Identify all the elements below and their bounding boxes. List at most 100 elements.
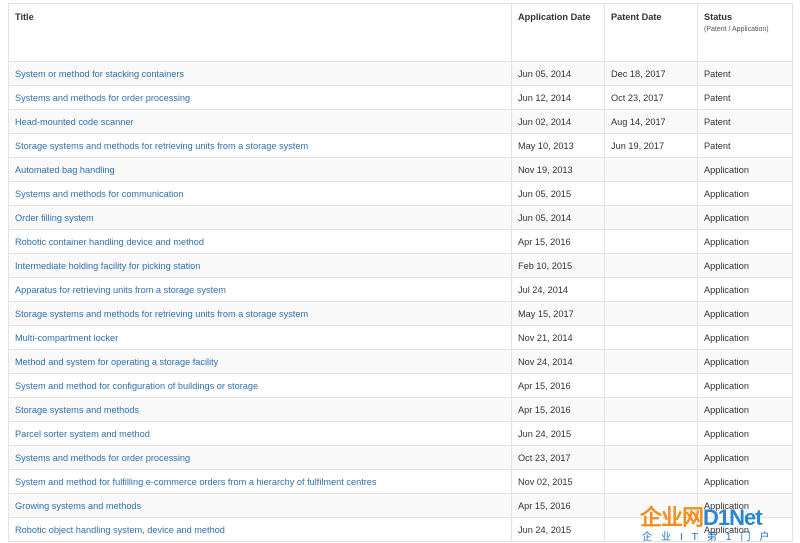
patent-title-link[interactable]: Apparatus for retrieving units from a st… <box>15 285 226 295</box>
cell-application-date: Apr 15, 2016 <box>511 373 605 398</box>
cell-patent-date <box>604 301 698 326</box>
header-status: Status (Patent / Application) <box>697 3 793 62</box>
patent-title-link[interactable]: Head-mounted code scanner <box>15 117 134 127</box>
cell-status: Application <box>697 397 793 422</box>
cell-patent-date: Jun 19, 2017 <box>604 133 698 158</box>
patent-title-link[interactable]: Systems and methods for communication <box>15 189 184 199</box>
cell-title: Apparatus for retrieving units from a st… <box>8 277 512 302</box>
patent-title-link[interactable]: Robotic object handling system, device a… <box>15 525 225 535</box>
header-status-sublabel: (Patent / Application) <box>704 26 769 33</box>
cell-title: Systems and methods for order processing <box>8 85 512 110</box>
cell-patent-date <box>604 421 698 446</box>
cell-status: Application <box>697 373 793 398</box>
cell-patent-date <box>604 469 698 494</box>
cell-title: Head-mounted code scanner <box>8 109 512 134</box>
patent-title-link[interactable]: System or method for stacking containers <box>15 69 184 79</box>
patent-title-link[interactable]: Parcel sorter system and method <box>15 429 150 439</box>
patent-title-link[interactable]: Growing systems and methods <box>15 501 141 511</box>
cell-title: System and method for fulfilling e-comme… <box>8 469 512 494</box>
cell-application-date: Oct 23, 2017 <box>511 445 605 470</box>
table-row: Storage systems and methods for retrievi… <box>8 301 793 326</box>
header-title: Title <box>8 3 512 62</box>
watermark-tagline: 企业IT第1门户 <box>642 532 779 543</box>
patent-title-link[interactable]: Storage systems and methods for retrievi… <box>15 309 308 319</box>
cell-status: Application <box>697 349 793 374</box>
patent-title-link[interactable]: System and method for fulfilling e-comme… <box>15 477 377 487</box>
table-row: Head-mounted code scanner Jun 02, 2014 Aug… <box>8 109 793 134</box>
cell-title: Automated bag handling <box>8 157 512 182</box>
cell-status: Application <box>697 205 793 230</box>
header-status-label: Status <box>704 12 733 22</box>
table-row: Order filling system Jun 05, 2014 Applicat… <box>8 205 793 230</box>
cell-status: Patent <box>697 61 793 86</box>
cell-status: Application <box>697 445 793 470</box>
cell-application-date: Nov 19, 2013 <box>511 157 605 182</box>
cell-status: Application <box>697 181 793 206</box>
cell-application-date: Apr 15, 2016 <box>511 493 605 518</box>
patent-table: Title Application Date Patent Date Statu… <box>8 3 793 542</box>
table-row: Multi-compartment locker Nov 21, 2014 Appl… <box>8 325 793 350</box>
cell-application-date: May 15, 2017 <box>511 301 605 326</box>
cell-patent-date <box>604 277 698 302</box>
cell-patent-date <box>604 229 698 254</box>
cell-title: Storage systems and methods for retrievi… <box>8 133 512 158</box>
table-row: System and method for configuration of b… <box>8 373 793 398</box>
cell-status: Patent <box>697 133 793 158</box>
cell-status: Application <box>697 229 793 254</box>
header-application-date: Application Date <box>511 3 605 62</box>
cell-application-date: Jun 12, 2014 <box>511 85 605 110</box>
patent-title-link[interactable]: Order filling system <box>15 213 94 223</box>
patent-title-link[interactable]: System and method for configuration of b… <box>15 381 258 391</box>
cell-patent-date: Oct 23, 2017 <box>604 85 698 110</box>
cell-title: Method and system for operating a storag… <box>8 349 512 374</box>
cell-title: Robotic object handling system, device a… <box>8 517 512 542</box>
cell-title: Multi-compartment locker <box>8 325 512 350</box>
table-row: System and method for fulfilling e-comme… <box>8 469 793 494</box>
patent-title-link[interactable]: Multi-compartment locker <box>15 333 118 343</box>
cell-application-date: Apr 15, 2016 <box>511 397 605 422</box>
cell-patent-date <box>604 253 698 278</box>
patent-title-link[interactable]: Intermediate holding facility for pickin… <box>15 261 200 271</box>
cell-application-date: Nov 02, 2015 <box>511 469 605 494</box>
cell-application-date: Jul 24, 2014 <box>511 277 605 302</box>
site-watermark: 企业网D1Net 企业IT第1门户 <box>640 500 800 543</box>
cell-application-date: Apr 15, 2016 <box>511 229 605 254</box>
table-row: Systems and methods for order processing… <box>8 85 793 110</box>
table-row: Robotic container handling device and me… <box>8 229 793 254</box>
watermark-logo-en: D1Net <box>703 505 763 530</box>
cell-title: Systems and methods for communication <box>8 181 512 206</box>
table-row: Apparatus for retrieving units from a st… <box>8 277 793 302</box>
cell-application-date: Jun 02, 2014 <box>511 109 605 134</box>
cell-title: Robotic container handling device and me… <box>8 229 512 254</box>
patent-title-link[interactable]: Storage systems and methods for retrievi… <box>15 141 308 151</box>
patent-title-link[interactable]: Systems and methods for order processing <box>15 93 190 103</box>
patent-title-link[interactable]: Method and system for operating a storag… <box>15 357 218 367</box>
table-row: Storage systems and methods Apr 15, 2016 A… <box>8 397 793 422</box>
cell-title: Parcel sorter system and method <box>8 421 512 446</box>
table-header-row: Title Application Date Patent Date Statu… <box>8 3 793 62</box>
header-patent-date: Patent Date <box>604 3 698 62</box>
cell-application-date: Nov 21, 2014 <box>511 325 605 350</box>
patent-title-link[interactable]: Automated bag handling <box>15 165 115 175</box>
cell-application-date: Jun 24, 2015 <box>511 421 605 446</box>
cell-status: Application <box>697 301 793 326</box>
cell-patent-date: Dec 18, 2017 <box>604 61 698 86</box>
table-row: Automated bag handling Nov 19, 2013 Applic… <box>8 157 793 182</box>
cell-patent-date <box>604 445 698 470</box>
watermark-logo-cn: 企业网 <box>640 505 704 530</box>
table-row: Method and system for operating a storag… <box>8 349 793 374</box>
table-row: Intermediate holding facility for pickin… <box>8 253 793 278</box>
cell-application-date: May 10, 2013 <box>511 133 605 158</box>
cell-status: Patent <box>697 109 793 134</box>
patent-title-link[interactable]: Systems and methods for order processing <box>15 453 190 463</box>
patent-title-link[interactable]: Storage systems and methods <box>15 405 139 415</box>
cell-status: Application <box>697 277 793 302</box>
table-row: System or method for stacking containers… <box>8 61 793 86</box>
cell-status: Application <box>697 253 793 278</box>
cell-status: Application <box>697 469 793 494</box>
cell-application-date: Jun 05, 2014 <box>511 205 605 230</box>
table-row: Systems and methods for communication Jun… <box>8 181 793 206</box>
patent-title-link[interactable]: Robotic container handling device and me… <box>15 237 204 247</box>
patent-table-container: Title Application Date Patent Date Statu… <box>8 3 793 542</box>
cell-patent-date <box>604 157 698 182</box>
